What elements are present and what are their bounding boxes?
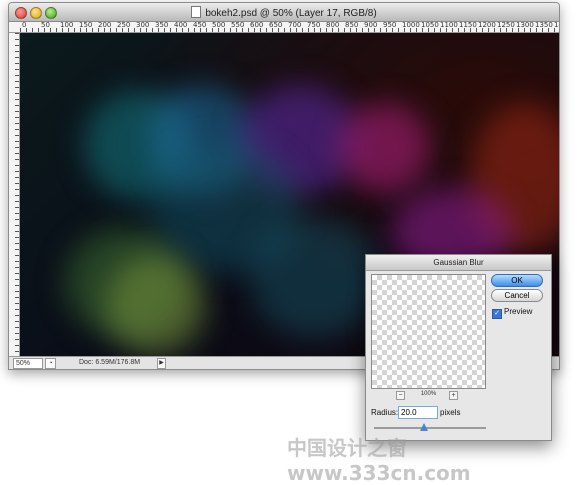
horizontal-ruler[interactable]: 0 50 100 150 200 250 300 350 400 450 500 550 600 650 7… [20, 21, 559, 33]
ruler-tick-label: 150 [79, 21, 93, 29]
ruler-tick-label: 900 [364, 21, 378, 29]
preview-zoom-label: 100% [420, 391, 437, 397]
bokeh-blob [250, 218, 380, 338]
preview-checkbox[interactable]: ✓ Preview [492, 307, 532, 319]
ruler-tick-label: 750 [307, 21, 321, 29]
ruler-tick-label: 1200 [478, 21, 496, 29]
ruler-tick-label: 1050 [421, 21, 439, 29]
ruler-tick-label: 850 [345, 21, 359, 29]
ruler-tick-label: 0 [22, 21, 27, 29]
zoom-in-icon[interactable]: + [449, 391, 458, 400]
ruler-tick-label: 450 [193, 21, 207, 29]
blur-preview[interactable] [371, 274, 486, 389]
ruler-tick-label: 550 [231, 21, 245, 29]
ok-button[interactable]: OK [491, 274, 543, 287]
gaussian-blur-dialog: Gaussian Blur − 100% + OK Cancel ✓ Previe… [365, 254, 552, 441]
ruler-tick-label: 950 [383, 21, 397, 29]
ruler-tick-label: 250 [117, 21, 131, 29]
status-menu-icon[interactable]: ◔ [45, 358, 56, 369]
zoom-level-field[interactable]: 50% [13, 358, 43, 369]
cancel-button[interactable]: Cancel [491, 289, 543, 302]
radius-units: pixels [440, 408, 461, 417]
dialog-title[interactable]: Gaussian Blur [366, 255, 551, 271]
title-bar[interactable]: bokeh2.psd @ 50% (Layer 17, RGB/8) [9, 3, 559, 22]
ruler-tick-label: 1400 [554, 21, 559, 29]
ruler-tick-label: 1250 [497, 21, 515, 29]
ruler-tick-label: 800 [326, 21, 340, 29]
ruler-tick-label: 50 [41, 21, 50, 29]
preview-label: Preview [504, 307, 533, 316]
ruler-tick-label: 650 [269, 21, 283, 29]
window-title: bokeh2.psd @ 50% (Layer 17, RGB/8) [205, 8, 377, 19]
radius-label: Radius: [371, 408, 399, 417]
checkbox-check-icon[interactable]: ✓ [492, 309, 502, 319]
ruler-tick-label: 100 [60, 21, 74, 29]
ruler-tick-label: 300 [136, 21, 150, 29]
window-title-wrapper: bokeh2.psd @ 50% (Layer 17, RGB/8) [9, 6, 559, 19]
bokeh-blob [106, 255, 206, 355]
radius-slider-track[interactable] [374, 427, 486, 429]
ruler-tick-label: 600 [250, 21, 264, 29]
radius-input[interactable]: 20.0 [398, 406, 438, 419]
ruler-tick-label: 1100 [440, 21, 458, 29]
ruler-tick-label: 1300 [516, 21, 534, 29]
ruler-tick-label: 1150 [459, 21, 477, 29]
ruler-tick-label: 1350 [535, 21, 553, 29]
ruler-tick-label: 400 [174, 21, 188, 29]
slider-thumb-icon[interactable] [420, 423, 429, 431]
vertical-ruler[interactable] [9, 33, 20, 357]
ruler-tick-label: 1000 [402, 21, 420, 29]
ruler-tick-label: 350 [155, 21, 169, 29]
ruler-tick-label: 200 [98, 21, 112, 29]
ruler-tick-label: 500 [212, 21, 226, 29]
document-icon [191, 6, 202, 18]
bokeh-blob [340, 103, 430, 193]
arrow-right-icon[interactable]: ▶ [157, 358, 166, 369]
watermark: 中国设计之窗 www.333cn.com [287, 436, 471, 485]
ruler-tick-label: 700 [288, 21, 302, 29]
zoom-out-icon[interactable]: − [396, 391, 405, 400]
